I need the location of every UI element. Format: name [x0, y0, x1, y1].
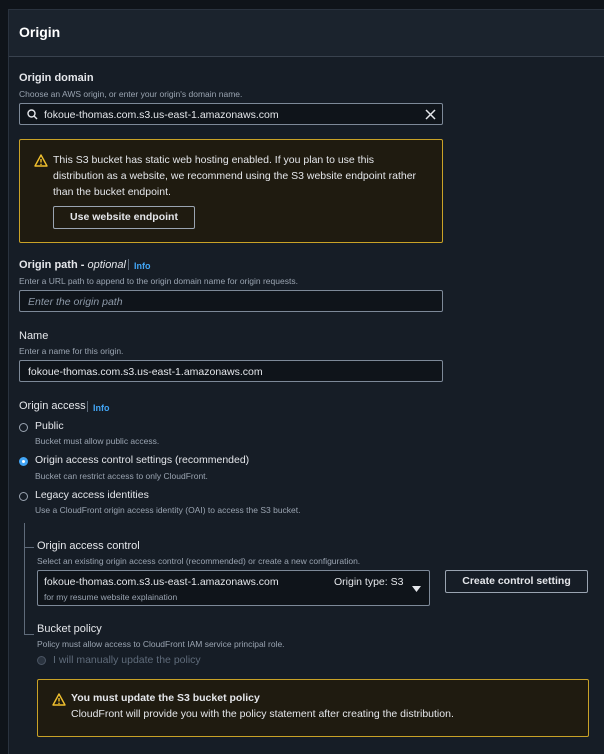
option-oai-description: Use a CloudFront origin access identity … [35, 505, 301, 515]
use-website-endpoint-button[interactable]: Use website endpoint [53, 206, 195, 229]
oac-select-value: fokoue-thomas.com.s3.us-east-1.amazonaws… [44, 576, 279, 588]
website-endpoint-alert: This S3 bucket has static web hosting en… [19, 139, 443, 243]
warning-icon [34, 154, 48, 167]
name-description: Enter a name for this origin. [19, 346, 124, 356]
origin-path-label: Origin path - optional [19, 259, 126, 271]
option-public-description: Bucket must allow public access. [35, 436, 160, 446]
origin-path-placeholder: Enter the origin path [28, 296, 123, 308]
close-icon[interactable] [425, 109, 436, 120]
name-value: fokoue-thomas.com.s3.us-east-1.amazonaws… [28, 366, 263, 378]
info-separator [87, 401, 88, 412]
name-label: Name [19, 330, 49, 342]
manual-policy-option: I will manually update the policy [53, 654, 201, 666]
option-oac-description: Bucket can restrict access to only Cloud… [35, 471, 208, 481]
origin-access-label: Origin access [19, 400, 86, 412]
option-oac-title: Origin access control settings (recommen… [35, 454, 250, 466]
oac-label: Origin access control [37, 540, 140, 552]
bucket-policy-description: Policy must allow access to CloudFront I… [37, 639, 285, 649]
website-alert-line3: than the bucket endpoint. [53, 186, 171, 198]
oac-select-sub: for my resume website explaination [44, 592, 178, 602]
warning-icon [52, 693, 66, 706]
tree-line [24, 523, 25, 635]
search-icon [27, 109, 38, 120]
tree-branch [24, 634, 34, 635]
origin-panel: Origin Origin domain Choose an AWS origi… [8, 9, 604, 754]
caret-down-icon [412, 586, 421, 592]
origin-path-description: Enter a URL path to append to the origin… [19, 276, 298, 286]
origin-domain-description: Choose an AWS origin, or enter your orig… [19, 89, 243, 99]
name-input[interactable]: fokoue-thomas.com.s3.us-east-1.amazonaws… [19, 360, 443, 382]
origin-domain-value: fokoue-thomas.com.s3.us-east-1.amazonaws… [44, 109, 279, 121]
origin-path-input[interactable]: Enter the origin path [19, 290, 443, 312]
bucket-policy-alert: You must update the S3 bucket policy Clo… [37, 679, 589, 737]
optional-text: optional [87, 259, 126, 271]
origin-domain-input[interactable]: fokoue-thomas.com.s3.us-east-1.amazonaws… [19, 103, 443, 125]
create-control-setting-button[interactable]: Create control setting [445, 570, 588, 593]
option-public-title: Public [35, 420, 64, 432]
website-alert-line2: distribution as a website, we recommend … [53, 170, 417, 182]
oac-select[interactable]: fokoue-thomas.com.s3.us-east-1.amazonaws… [37, 570, 430, 606]
origin-path-info-link[interactable]: Info [134, 261, 151, 271]
website-alert-line1: This S3 bucket has static web hosting en… [53, 154, 375, 166]
radio-oac[interactable] [19, 457, 28, 466]
policy-alert-text: CloudFront will provide you with the pol… [71, 708, 454, 720]
info-separator [128, 259, 129, 270]
tree-branch [24, 547, 34, 548]
option-oai-title: Legacy access identities [35, 489, 149, 501]
origin-domain-label: Origin domain [19, 72, 94, 84]
policy-alert-title: You must update the S3 bucket policy [71, 692, 260, 704]
origin-access-info-link[interactable]: Info [93, 403, 110, 413]
bucket-policy-label: Bucket policy [37, 623, 102, 635]
radio-manual-policy [37, 656, 46, 665]
oac-description: Select an existing origin access control… [37, 556, 361, 566]
radio-oai[interactable] [19, 492, 28, 501]
radio-public[interactable] [19, 423, 28, 432]
oac-origin-type: Origin type: S3 [334, 576, 404, 588]
origin-path-label-text: Origin path - [19, 259, 88, 271]
section-title: Origin [19, 24, 61, 40]
panel-header: Origin [9, 10, 604, 57]
